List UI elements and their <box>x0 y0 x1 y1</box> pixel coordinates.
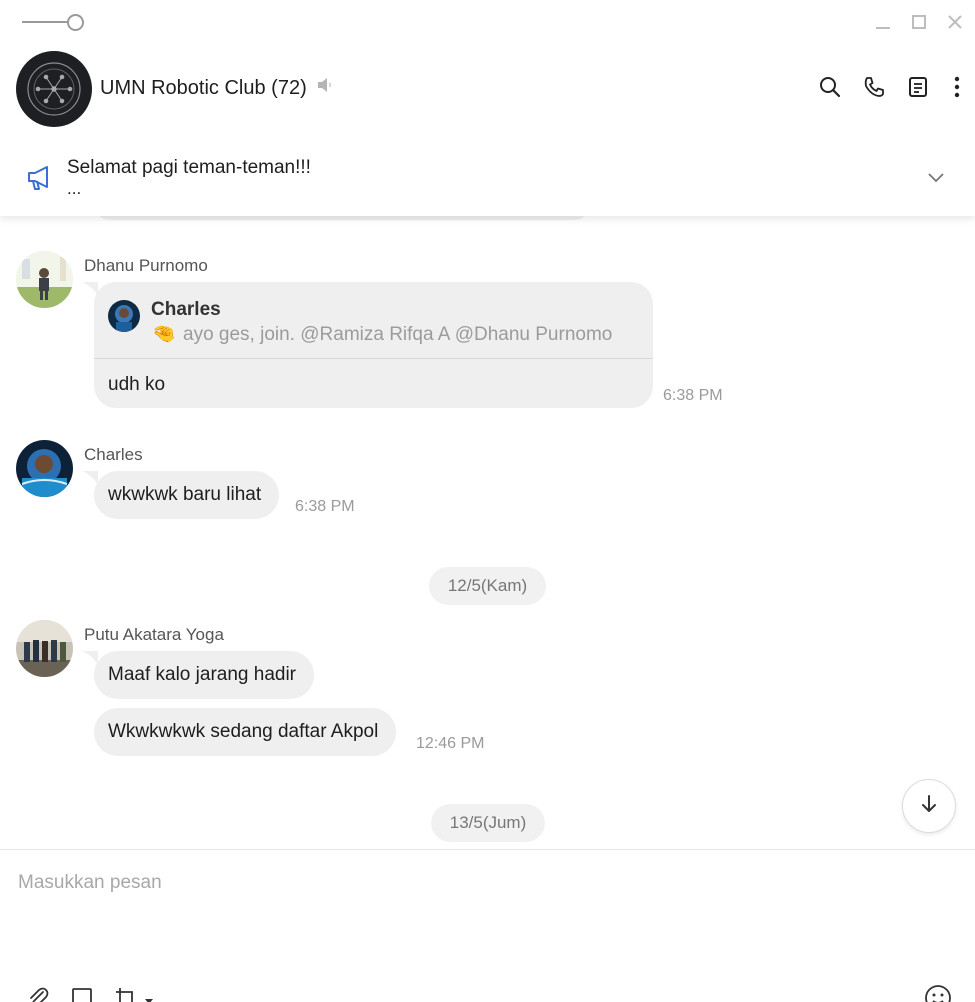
date-label: 12/5(Kam) <box>447 576 528 595</box>
announcement-more: ... <box>67 179 82 198</box>
message-bubble[interactable]: Maaf kalo jarang hadir <box>94 651 314 699</box>
group-name: UMN Robotic Club (72) <box>100 76 307 99</box>
crop-icon[interactable] <box>112 984 140 1002</box>
quote-avatar <box>108 300 140 332</box>
avatar[interactable] <box>16 440 73 497</box>
paperclip-icon[interactable] <box>24 984 52 1002</box>
message-time: 6:38 PM <box>663 387 723 404</box>
reply-message-bubble[interactable]: Charles 🤏 ayo ges, join. @Ramiza Rifqa A… <box>94 282 653 408</box>
megaphone-icon <box>26 165 54 196</box>
group-avatar[interactable] <box>16 51 92 127</box>
phone-icon[interactable] <box>861 74 887 100</box>
message-time: 12:46 PM <box>416 735 485 752</box>
bubble-tail <box>82 651 98 665</box>
message-text: udh ko <box>108 374 166 395</box>
more-vertical-icon[interactable] <box>944 74 970 100</box>
quoted-sender: Charles <box>151 299 221 320</box>
message-composer <box>0 849 975 1002</box>
message-text: wkwkwk baru lihat <box>108 484 262 505</box>
opacity-slider-track[interactable] <box>22 21 70 23</box>
announcement-banner[interactable]: Selamat pagi teman-teman!!! ... <box>0 140 975 216</box>
date-label: 13/5(Jum) <box>449 813 527 832</box>
crop-dropdown-icon[interactable] <box>144 993 154 1002</box>
date-separator: 12/5(Kam) <box>429 567 546 605</box>
quote-divider <box>94 358 653 359</box>
opacity-slider-knob[interactable] <box>67 14 84 31</box>
avatar[interactable] <box>16 251 73 308</box>
message-text: Maaf kalo jarang hadir <box>108 664 296 685</box>
maximize-icon[interactable] <box>907 10 931 34</box>
message-bubble[interactable]: Wkwkwkwk sedang daftar Akpol <box>94 708 397 756</box>
date-separator: 13/5(Jum) <box>431 804 545 842</box>
bubble-tail <box>82 471 98 485</box>
sender-name: Charles <box>84 445 143 464</box>
previous-message-bubble <box>95 216 589 220</box>
search-icon[interactable] <box>817 74 843 100</box>
message-text: Wkwkwkwk sedang daftar Akpol <box>108 721 379 742</box>
group-title[interactable]: UMN Robotic Club (72) <box>100 75 335 101</box>
message-bubble[interactable]: wkwkwk baru lihat <box>94 471 280 519</box>
quoted-text: ayo ges, join. @Ramiza Rifqa A @Dhanu Pu… <box>183 324 613 345</box>
chat-header: UMN Robotic Club (72) <box>0 46 975 130</box>
close-icon[interactable] <box>943 10 967 34</box>
square-icon[interactable] <box>68 984 96 1002</box>
scroll-to-bottom-button[interactable] <box>902 779 956 833</box>
chevron-down-icon[interactable] <box>927 170 945 189</box>
announcement-text: Selamat pagi teman-teman!!! <box>67 157 311 178</box>
window-titlebar <box>0 0 975 46</box>
message-time: 6:38 PM <box>295 498 355 515</box>
avatar[interactable] <box>16 620 73 677</box>
notes-icon[interactable] <box>905 74 931 100</box>
speaker-muted-icon <box>315 75 335 101</box>
message-list[interactable]: Dhanu Purnomo Charles 🤏 ayo ges, join. @… <box>0 216 975 849</box>
emoji-icon[interactable] <box>924 984 952 1002</box>
pinching-hand-emoji: 🤏 <box>152 323 176 345</box>
message-input[interactable] <box>18 868 948 898</box>
minimize-icon[interactable] <box>871 10 895 34</box>
arrow-down-icon <box>918 793 940 820</box>
sender-name: Dhanu Purnomo <box>84 256 208 275</box>
sender-name: Putu Akatara Yoga <box>84 625 224 644</box>
